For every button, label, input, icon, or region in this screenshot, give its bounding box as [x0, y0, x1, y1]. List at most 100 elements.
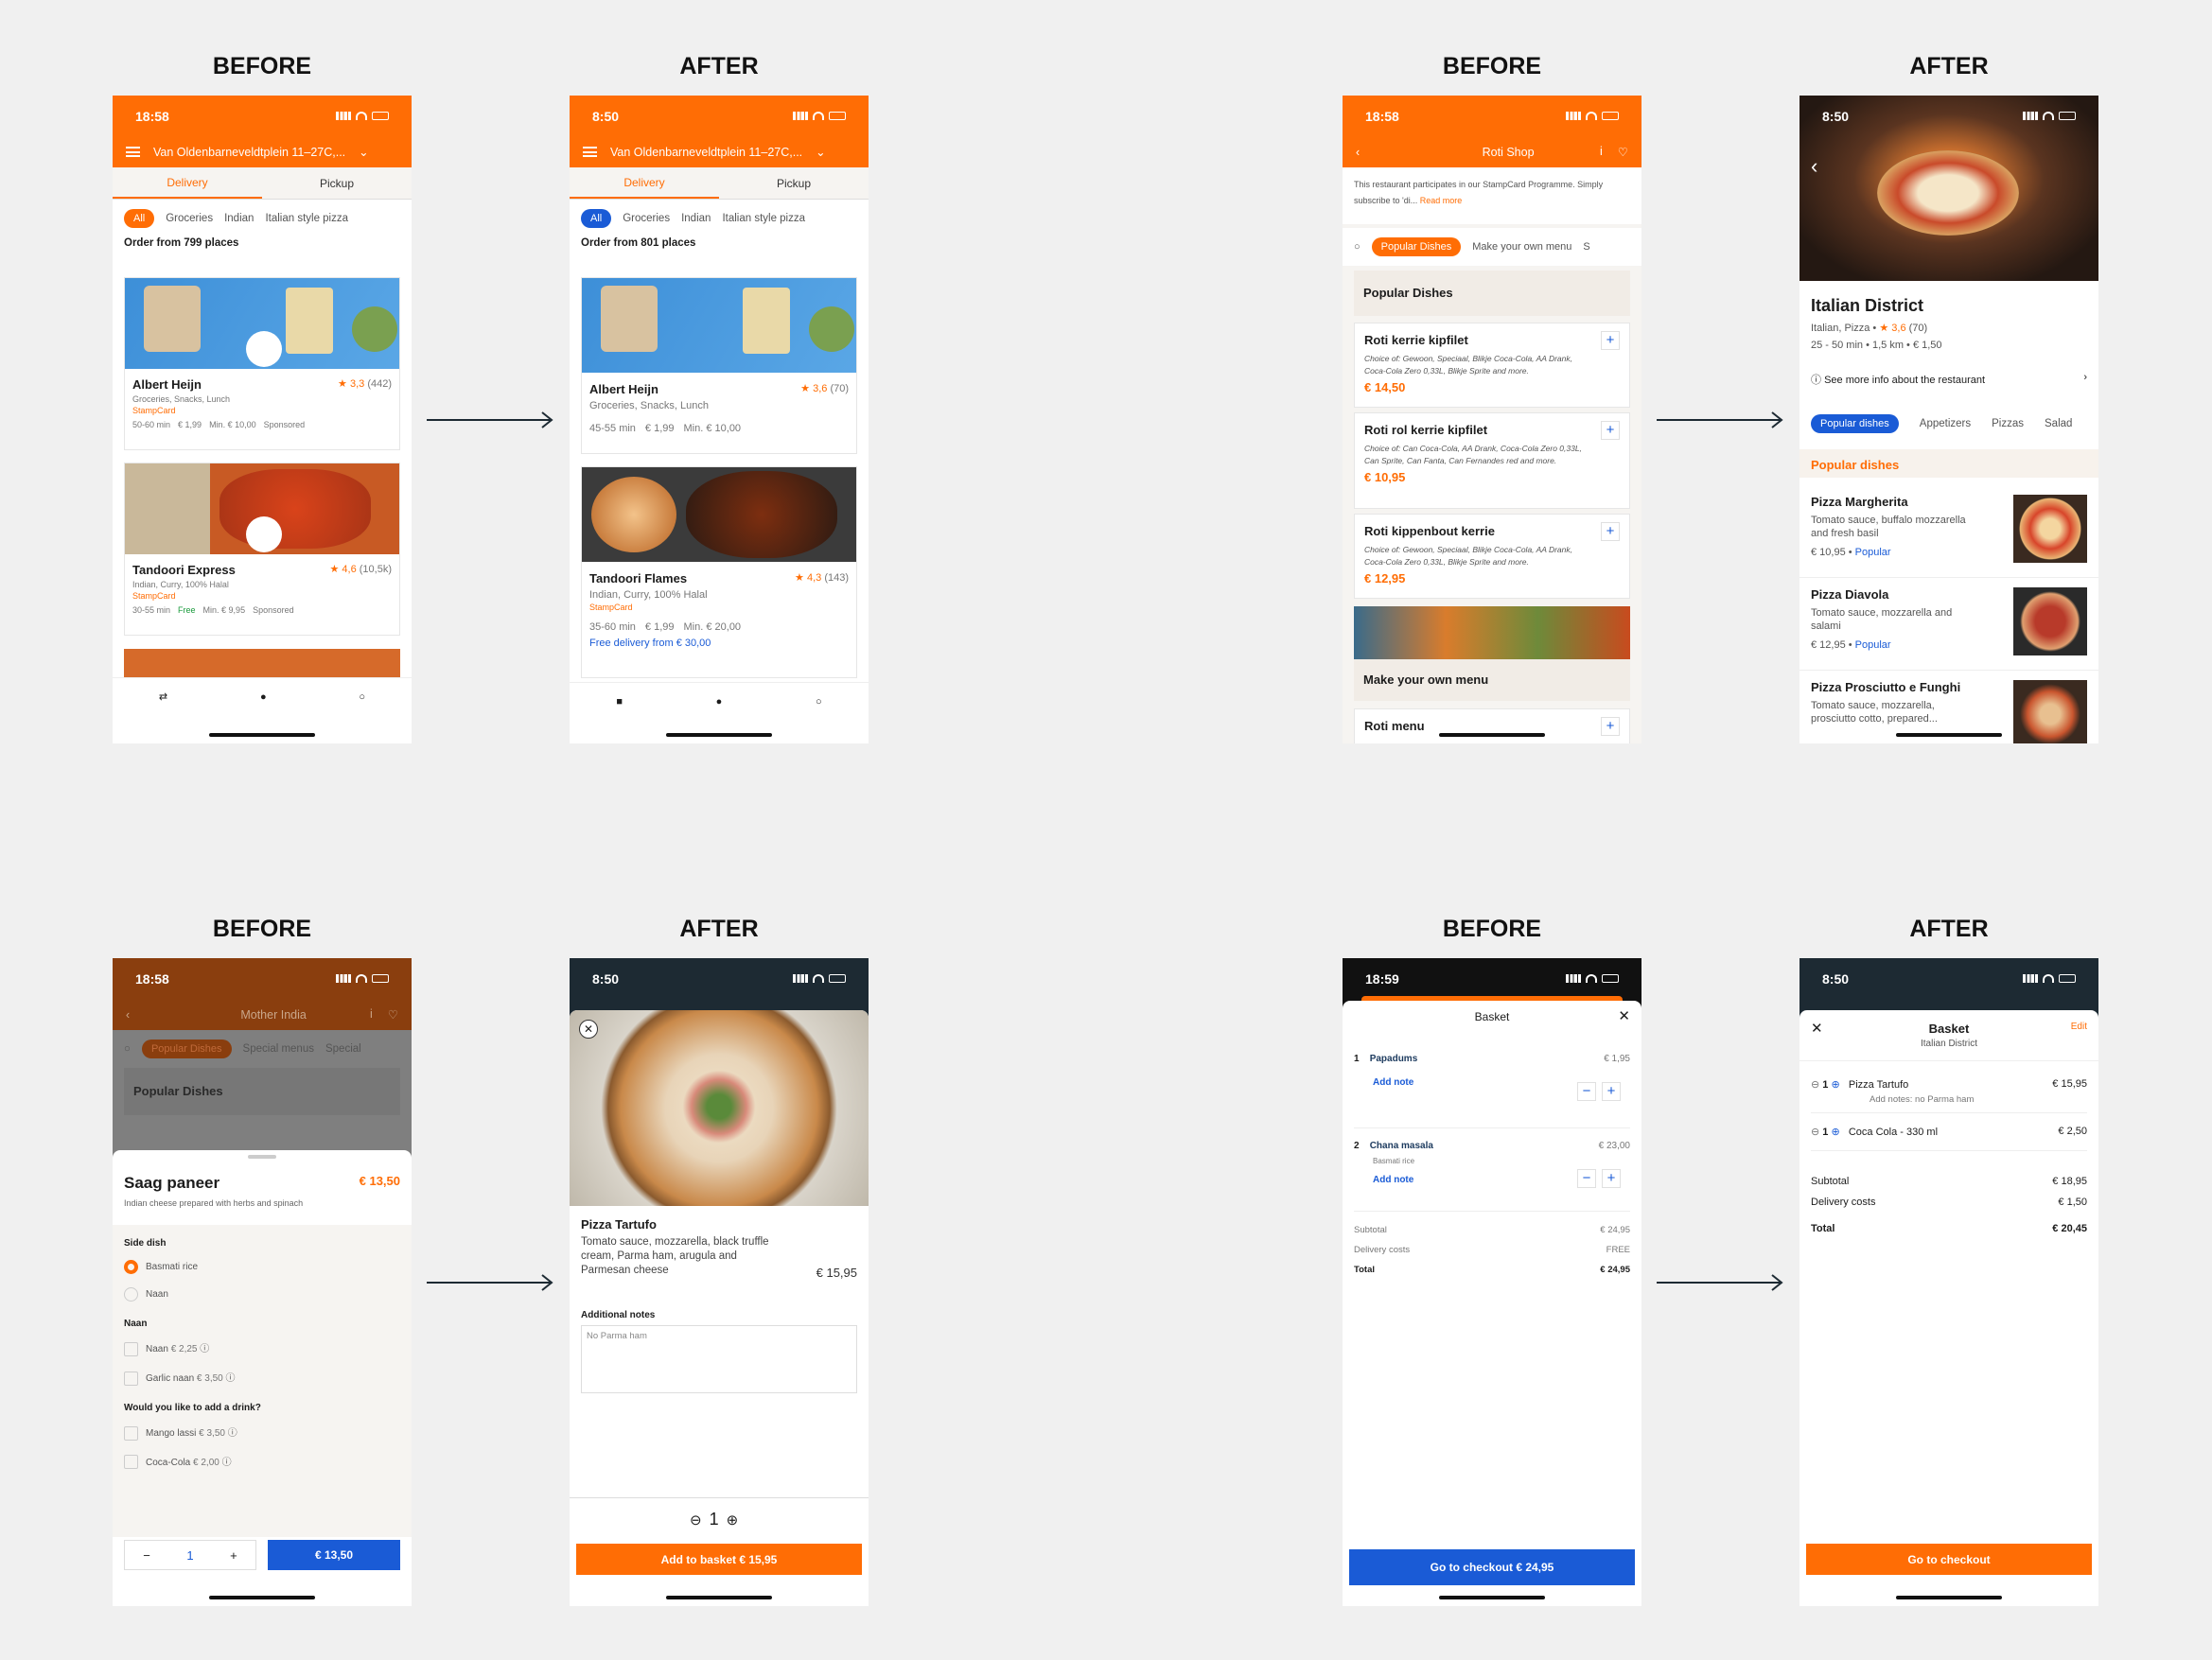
checkbox[interactable] [124, 1341, 138, 1356]
restaurant-card[interactable]: Tandoori Flames ★ 4,3 (143) Indian, Curry… [581, 466, 857, 678]
chip-more[interactable]: S [1583, 241, 1589, 253]
add-button[interactable]: € 13,50 [268, 1540, 400, 1570]
minus-icon[interactable]: − [143, 1548, 150, 1563]
menu-item[interactable]: Pizza Margherita Tomato sauce, buffalo m… [1799, 485, 2098, 578]
add-to-basket-button[interactable]: Add to basket € 15,95 [576, 1544, 862, 1575]
add-button[interactable]: + [1601, 522, 1620, 541]
minus-circle-icon[interactable]: ⊖ [1811, 1079, 1819, 1091]
chip-groceries[interactable]: Groceries [166, 213, 213, 224]
address[interactable]: Van Oldenbarneveldtplein 11–27C,... [153, 146, 345, 159]
chip-all[interactable]: All [124, 209, 155, 228]
add-button[interactable]: + [1601, 331, 1620, 350]
chip-popular[interactable]: Popular Dishes [141, 1040, 232, 1058]
bag-icon[interactable]: ■ [616, 696, 623, 708]
search-icon[interactable]: ○ [124, 1043, 131, 1055]
add-button[interactable]: + [1601, 421, 1620, 440]
location-pin-icon[interactable]: ● [716, 696, 723, 708]
menu-item[interactable]: Roti kippenbout kerrie Choice of: Gewoon… [1354, 514, 1630, 599]
basket-title: Basket [1474, 1010, 1510, 1023]
home-indicator [1439, 733, 1545, 737]
back-icon[interactable]: ‹ [1811, 154, 1817, 179]
search-icon[interactable]: ○ [359, 691, 365, 703]
chip-pizza[interactable]: Italian style pizza [265, 213, 348, 224]
info-icon[interactable]: i [370, 1007, 373, 1022]
chip-special[interactable]: Special menus [243, 1043, 314, 1055]
heart-icon[interactable]: ♡ [1618, 145, 1628, 159]
chip-pizzas[interactable]: Pizzas [1992, 418, 2024, 429]
add-button[interactable]: + [1601, 717, 1620, 736]
chip-salad[interactable]: Salad [2045, 418, 2072, 429]
menu-icon[interactable] [583, 147, 597, 157]
search-icon[interactable]: ○ [816, 696, 822, 708]
chip-groceries[interactable]: Groceries [623, 213, 670, 224]
plus-button[interactable]: + [1602, 1082, 1621, 1101]
chip-indian[interactable]: Indian [224, 213, 254, 224]
home-indicator [666, 1596, 772, 1599]
chevron-down-icon[interactable]: ⌄ [816, 145, 825, 159]
section-title: Popular Dishes [1354, 271, 1630, 316]
minus-circle-icon[interactable]: ⊖ [1811, 1127, 1819, 1138]
chip-pizza[interactable]: Italian style pizza [722, 213, 805, 224]
read-more-link[interactable]: Read more [1420, 196, 1463, 205]
menu-item[interactable]: Pizza Diavola Tomato sauce, mozzarella a… [1799, 578, 2098, 671]
tab-delivery[interactable]: Delivery [570, 167, 719, 199]
address[interactable]: Van Oldenbarneveldtplein 11–27C,... [610, 146, 802, 159]
plus-circle-icon[interactable]: ⊕ [727, 1511, 739, 1529]
plus-circle-icon[interactable]: ⊕ [1831, 1127, 1839, 1138]
menu-item[interactable]: Roti kerrie kipfilet Choice of: Gewoon, … [1354, 323, 1630, 408]
info-icon[interactable]: i [1600, 145, 1603, 159]
radio-selected[interactable] [124, 1260, 138, 1274]
chevron-down-icon[interactable]: ⌄ [359, 145, 368, 159]
item-price: € 2,50 [2058, 1126, 2087, 1137]
minimum-order: Min. € 9,95 [202, 605, 246, 615]
more-info-link[interactable]: See more info about the restaurant [1824, 375, 1985, 386]
heart-icon[interactable]: ♡ [388, 1007, 398, 1022]
notes-input[interactable]: No Parma ham [581, 1325, 857, 1393]
plus-icon[interactable]: + [230, 1548, 237, 1563]
restaurant-card[interactable]: Albert Heijn ★ 3,3 (442) Groceries, Snack… [124, 277, 400, 450]
chevron-right-icon[interactable]: › [2083, 372, 2087, 387]
minus-button[interactable]: − [1577, 1169, 1596, 1188]
plus-button[interactable]: + [1602, 1169, 1621, 1188]
radio[interactable] [124, 1287, 138, 1302]
item-desc: Choice of: Can Coca-Cola, AA Drank, Coca… [1364, 444, 1582, 465]
right-arrow-icon [427, 411, 553, 428]
menu-item[interactable]: Roti menu + [1354, 708, 1630, 743]
restaurant-card[interactable]: Tandoori Express ★ 4,6 (10,5k) Indian, Cu… [124, 463, 400, 636]
swap-icon[interactable]: ⇄ [159, 690, 167, 703]
restaurant-name: Albert Heijn [132, 377, 202, 392]
search-icon[interactable]: ○ [1354, 241, 1361, 253]
dish-title: Saag paneer [124, 1174, 220, 1192]
chip-make-own[interactable]: Make your own menu [1472, 241, 1571, 253]
chip-popular[interactable]: Popular dishes [1811, 414, 1899, 433]
tab-pickup[interactable]: Pickup [262, 167, 412, 199]
checkbox[interactable] [124, 1371, 138, 1386]
tab-pickup[interactable]: Pickup [719, 167, 869, 199]
menu-item[interactable]: Roti rol kerrie kipfilet Choice of: Can … [1354, 412, 1630, 509]
quantity-stepper[interactable]: − 1 + [124, 1540, 256, 1570]
back-icon[interactable]: ‹ [1356, 146, 1360, 159]
plus-circle-icon[interactable]: ⊕ [1831, 1079, 1839, 1091]
checkout-button[interactable]: Go to checkout [1806, 1544, 2092, 1575]
chip-all[interactable]: All [581, 209, 612, 228]
tab-delivery[interactable]: Delivery [113, 167, 262, 199]
item-price: € 12,95 • [1811, 638, 1852, 651]
checkbox[interactable] [124, 1455, 138, 1470]
chip-appetizers[interactable]: Appetizers [1920, 418, 1971, 429]
back-icon[interactable]: ‹ [126, 1008, 130, 1022]
quantity-stepper[interactable]: ⊖ 1 ⊕ [690, 1510, 738, 1529]
chip-indian[interactable]: Indian [681, 213, 711, 224]
close-icon[interactable]: ✕ [1618, 1007, 1630, 1024]
chip-more[interactable]: Special [325, 1043, 361, 1055]
checkout-button[interactable]: Go to checkout € 24,95 [1349, 1549, 1635, 1585]
chip-popular[interactable]: Popular Dishes [1371, 237, 1462, 256]
edit-link[interactable]: Edit [2071, 1022, 2087, 1032]
minus-button[interactable]: − [1577, 1082, 1596, 1101]
restaurant-card[interactable]: Albert Heijn ★ 3,6 (70) Groceries, Snacks… [581, 277, 857, 454]
minus-circle-icon[interactable]: ⊖ [690, 1511, 702, 1529]
location-pin-icon[interactable]: ● [260, 691, 267, 703]
menu-icon[interactable] [126, 147, 140, 157]
checkbox[interactable] [124, 1425, 138, 1441]
close-icon[interactable]: ✕ [579, 1020, 598, 1039]
status-time: 18:59 [1365, 970, 1399, 987]
